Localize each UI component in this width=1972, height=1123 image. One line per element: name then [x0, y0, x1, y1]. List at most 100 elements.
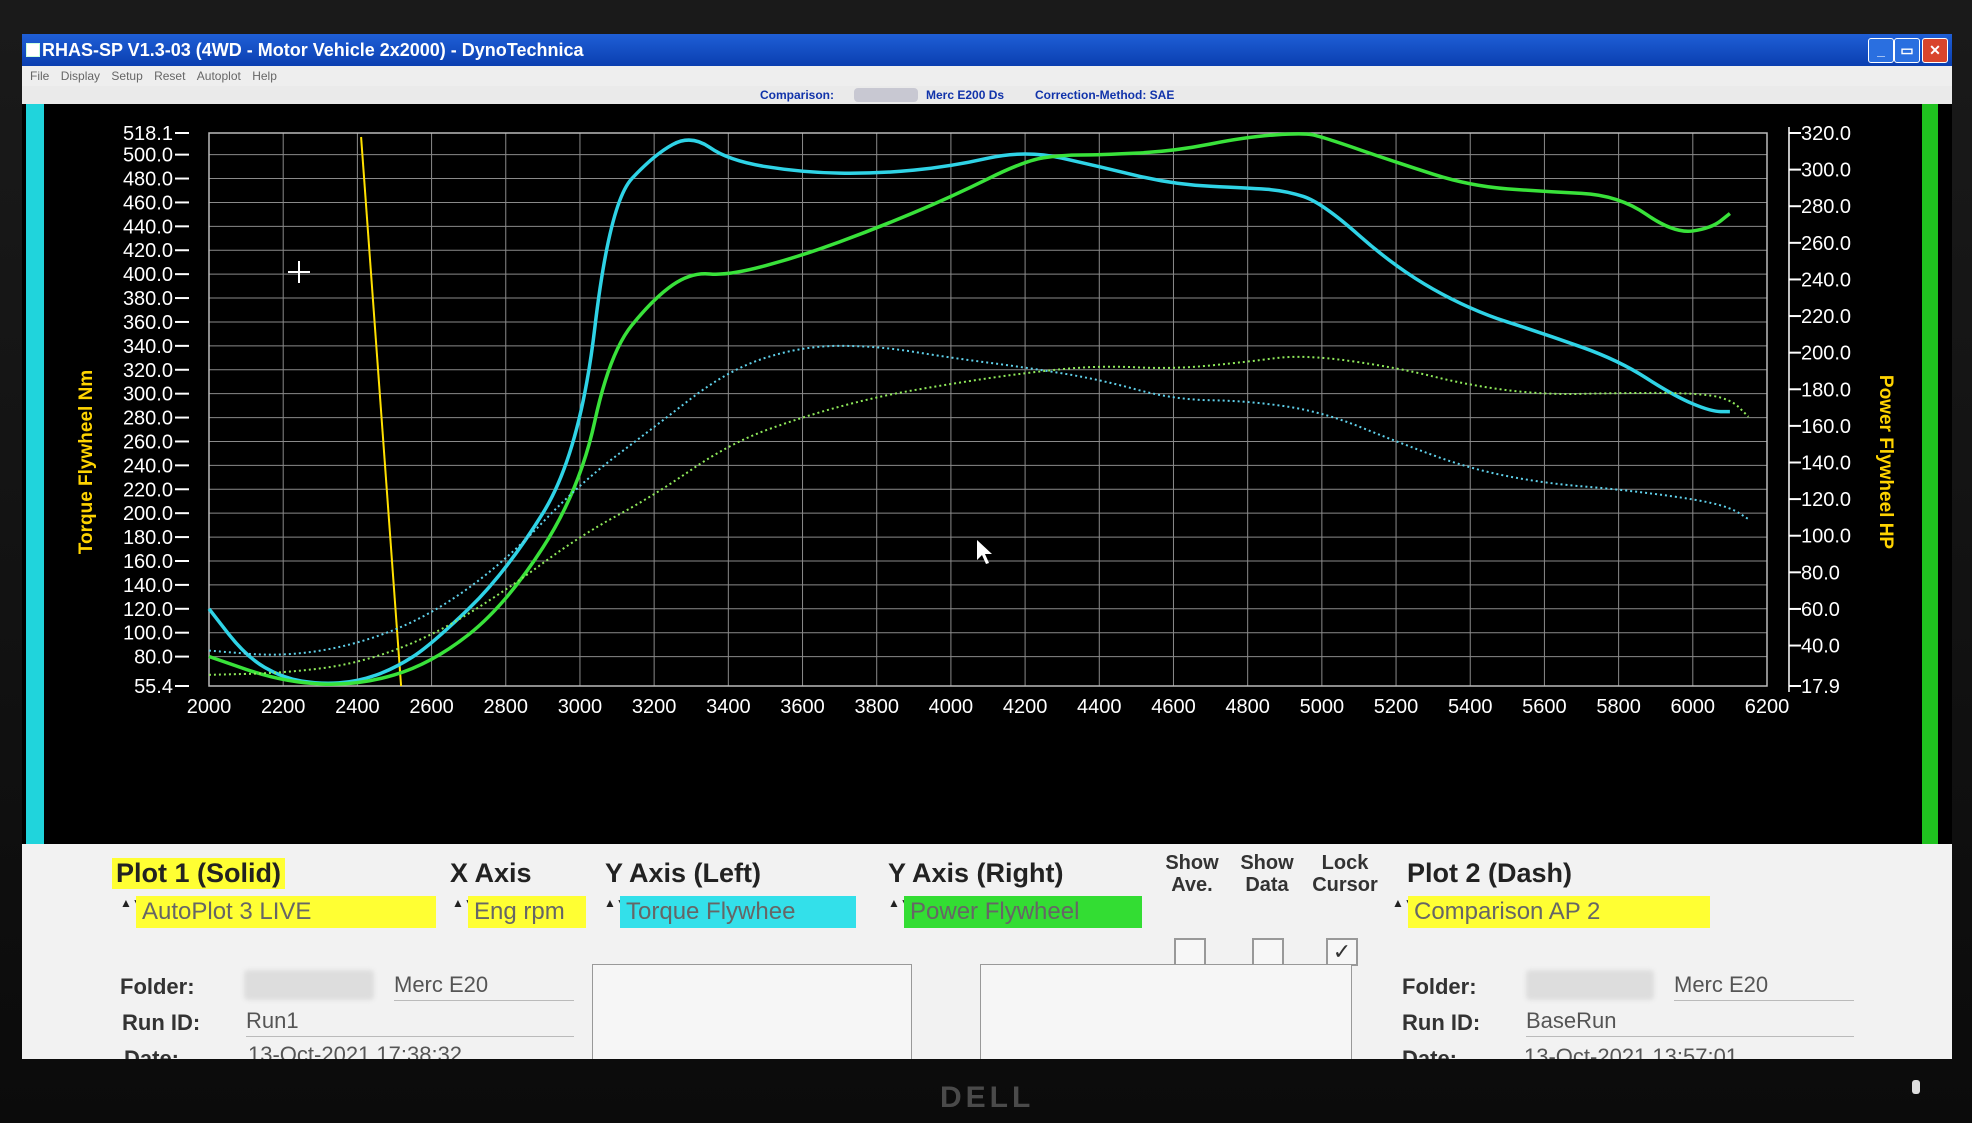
menu-help[interactable]: Help [252, 66, 277, 86]
maximize-button[interactable]: ▭ [1894, 38, 1920, 63]
menu-file[interactable]: File [30, 66, 49, 86]
y-left-tick-label: 240.0 [123, 455, 173, 477]
dyno-chart[interactable]: 518.1500.0480.0460.0440.0420.0400.0380.0… [22, 104, 1952, 844]
yright-select[interactable]: Power Flywheel [904, 896, 1142, 928]
y-right-tick-label: 80.0 [1801, 562, 1840, 584]
y-right-tick-label: 100.0 [1801, 526, 1851, 548]
y-right-tick-label: 120.0 [1801, 489, 1851, 511]
xaxis-spinner-icon[interactable]: ▲▼ [452, 896, 476, 928]
y-right-tick-label: 17.9 [1801, 676, 1840, 698]
y-left-tick-label: 180.0 [123, 527, 173, 549]
xaxis-header: X Axis [450, 858, 532, 888]
correction-method: Correction-Method: SAE [1035, 88, 1175, 102]
x-tick-label: 3800 [854, 696, 899, 718]
menu-autoplot[interactable]: Autoplot [197, 66, 241, 86]
y-left-tick-label: 140.0 [123, 575, 173, 597]
x-tick-label: 6200 [1745, 696, 1790, 718]
plot2-runid-label: Run ID: [1402, 1010, 1481, 1035]
x-tick-label: 6000 [1671, 696, 1716, 718]
plot-frame [208, 132, 1768, 687]
plot2-date-label: Date: [1402, 1046, 1458, 1059]
y-left-tick-label: 100.0 [123, 623, 173, 645]
minimize-button[interactable]: _ [1868, 38, 1894, 63]
lock-cursor-checkbox[interactable]: ✓ [1326, 938, 1358, 966]
plot1-runid-value: Run1 [246, 1006, 574, 1037]
x-tick-label: 2600 [409, 696, 454, 718]
close-button[interactable]: ✕ [1922, 38, 1948, 63]
plot1-folder-value: Merc E20 [394, 970, 574, 1001]
y-left-tick-label: 500.0 [123, 145, 173, 167]
series-torque-flywheel [207, 138, 1730, 685]
y-right-tick-label: 260.0 [1801, 233, 1851, 255]
series-comparison-power [208, 355, 1750, 676]
y-right-tick-label: 220.0 [1801, 306, 1851, 328]
x-tick-label: 4800 [1225, 696, 1270, 718]
y-left-tick-label: 55.4 [134, 676, 173, 698]
menu-display[interactable]: Display [61, 66, 100, 86]
plot1-spinner-icon[interactable]: ▲▼ [120, 896, 144, 928]
plot1-date-value: 13-Oct-2021 17:38:32 [248, 1040, 574, 1059]
y-left-tick-label: 260.0 [123, 431, 173, 453]
menu-reset[interactable]: Reset [154, 66, 185, 86]
y-left-tick-label: 380.0 [123, 288, 173, 310]
yleft-header: Y Axis (Left) [605, 858, 762, 888]
comparison-label: Comparison: [760, 88, 835, 102]
show-ave-checkbox[interactable] [1174, 938, 1206, 966]
y-left-tick-label: 120.0 [123, 599, 173, 621]
x-tick-label: 4000 [929, 696, 974, 718]
plot1-select[interactable]: AutoPlot 3 LIVE [136, 896, 436, 928]
plot1-runid-label: Run ID: [122, 1010, 201, 1035]
x-tick-label: 5800 [1596, 696, 1641, 718]
y-right-tick-label: 60.0 [1801, 599, 1840, 621]
y-left-tick-label: 460.0 [123, 192, 173, 214]
right-axis-ticks: 320.0 300.0 280.0 260.0 240.0 220.0 200.0 180.0… [1788, 123, 1851, 698]
yleft-spinner-icon[interactable]: ▲▼ [604, 896, 628, 928]
application-window: RHAS-SP V1.3-03 (4WD - Motor Vehicle 2x2… [22, 34, 1952, 1059]
y-left-tick-label: 400.0 [123, 264, 173, 286]
y-right-tick-label: 280.0 [1801, 196, 1851, 218]
plot2-folder-value: Merc E20 [1674, 970, 1854, 1001]
x-tick-label: 5600 [1522, 696, 1567, 718]
y-right-tick-label: 300.0 [1801, 160, 1851, 182]
plot1-notes-box [592, 964, 912, 1059]
y-right-tick-label: 40.0 [1801, 636, 1840, 658]
x-tick-label: 3600 [780, 696, 825, 718]
y-left-tick-label: 480.0 [123, 169, 173, 191]
monitor-brand-logo: DELL [940, 1081, 1035, 1114]
comparison-info-bar: Comparison: Merc E200 Ds Correction-Meth… [22, 86, 1952, 104]
app-icon [26, 43, 40, 57]
y-left-tick-label: 160.0 [123, 551, 173, 573]
lock-cursor-header: Lock Cursor [1312, 852, 1378, 896]
x-axis-ticks: 2000 2200 2400 2600 2800 3000 3200 3400 3600 3800… [187, 696, 1790, 718]
y-left-tick-label: 300.0 [123, 384, 173, 406]
xaxis-select[interactable]: Eng rpm [468, 896, 586, 928]
plot1-date-label: Date: [124, 1046, 180, 1059]
y-right-tick-label: 320.0 [1801, 123, 1851, 145]
yright-spinner-icon[interactable]: ▲▼ [888, 896, 912, 928]
cursor-line [360, 136, 403, 687]
yleft-select[interactable]: Torque Flywhee [620, 896, 856, 928]
dyno-plot-area[interactable]: 518.1 500.0 480.0 460.0 440.0 420.0 400.0 380.0… [22, 104, 1952, 844]
y-right-axis-label: Power Flywheel HP [1875, 375, 1896, 550]
y-left-tick-label: 320.0 [123, 360, 173, 382]
x-tick-label: 3200 [632, 696, 677, 718]
plot2-spinner-icon[interactable]: ▲▼ [1392, 896, 1416, 928]
menu-setup[interactable]: Setup [111, 66, 142, 86]
y-left-tick-label: 360.0 [123, 312, 173, 334]
title-bar: RHAS-SP V1.3-03 (4WD - Motor Vehicle 2x2… [22, 34, 1952, 66]
show-ave-header: Show Ave. [1165, 852, 1219, 896]
plot2-header: Plot 2 (Dash) [1407, 858, 1573, 888]
x-tick-label: 5400 [1448, 696, 1493, 718]
y-left-tick-label: 200.0 [123, 503, 173, 525]
plot2-select[interactable]: Comparison AP 2 [1408, 896, 1710, 928]
y-left-tick-label: 440.0 [123, 216, 173, 238]
plot1-folder-redacted [244, 970, 374, 1000]
x-tick-label: 2200 [261, 696, 306, 718]
x-tick-label: 2800 [484, 696, 529, 718]
power-led-icon [1912, 1080, 1920, 1094]
plot1-header: Plot 1 (Solid) [112, 858, 285, 889]
y-left-tick-label: 518.1 [123, 123, 173, 145]
series-power-flywheel [208, 132, 1731, 686]
show-data-checkbox[interactable] [1252, 938, 1284, 966]
plot1-folder-label: Folder: [120, 974, 195, 999]
